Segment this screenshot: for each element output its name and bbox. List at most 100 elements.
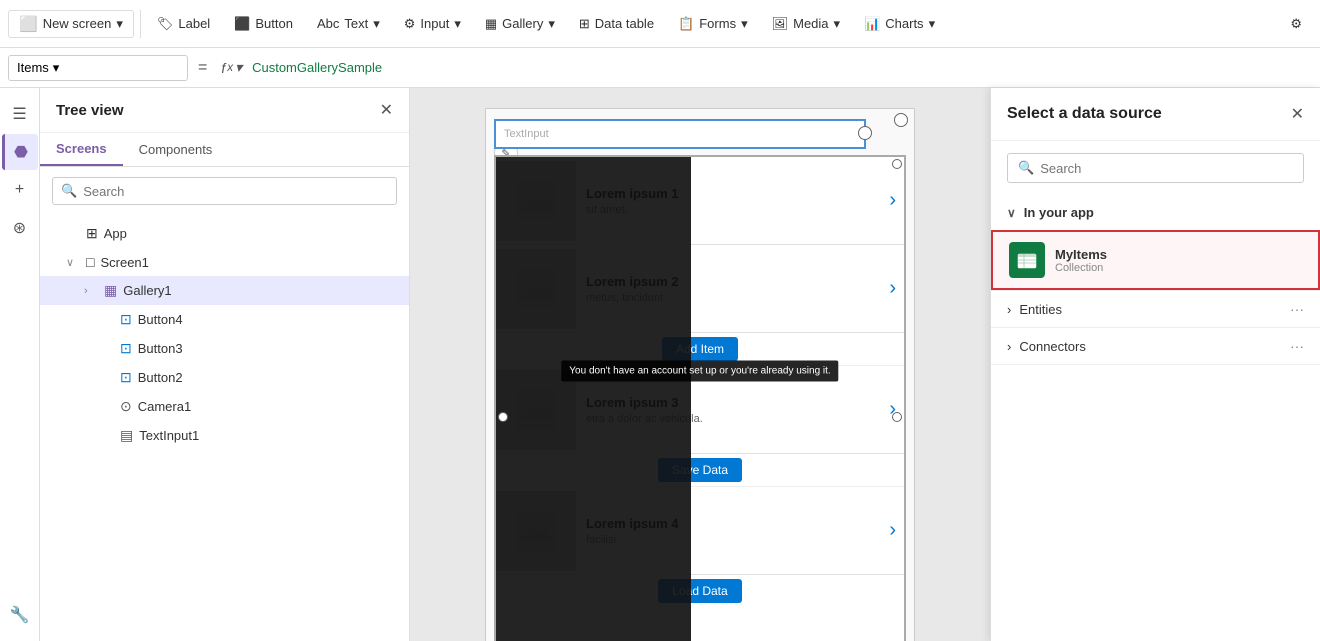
ds-section-entities-header[interactable]: › Entities ··· (991, 291, 1320, 327)
ds-section-connectors-header[interactable]: › Connectors ··· (991, 328, 1320, 364)
button-icon: ⊡ (120, 369, 132, 386)
button-icon: ⊡ (120, 311, 132, 328)
tree-item-app[interactable]: ⊞ App (40, 219, 409, 248)
ds-section-connectors: › Connectors ··· (991, 328, 1320, 365)
charts-chevron-icon: ▾ (929, 16, 936, 32)
tree-item-button2[interactable]: ⊡ Button2 (40, 363, 409, 392)
tree-item-gallery1[interactable]: › ▦ Gallery1 ··· (40, 276, 409, 305)
new-screen-button[interactable]: ⬜ New screen ▾ (8, 10, 134, 38)
forms-icon: 📋 (678, 16, 694, 32)
canvas-warning: You don't have an account set up or you'… (561, 361, 838, 382)
plus-button[interactable]: + (2, 172, 38, 208)
fx-label: fx ▾ (217, 59, 246, 76)
canvas-area: TextInput ✎ You don't have an account se… (410, 88, 990, 641)
new-screen-icon: ⬜ (19, 15, 38, 33)
tree-item-button4[interactable]: ⊡ Button4 (40, 305, 409, 334)
entities-left: › Entities (1007, 302, 1062, 317)
media-button[interactable]: 🖼 Media ▾ (762, 12, 850, 36)
gear-icon: ⚙ (1290, 16, 1302, 32)
tree-item-label: Button3 (138, 341, 397, 356)
sel-handle-ml (498, 412, 508, 422)
tree-close-button[interactable]: ✕ (380, 100, 393, 120)
tab-components[interactable]: Components (123, 133, 229, 166)
tree-item-button3[interactable]: ⊡ Button3 (40, 334, 409, 363)
connectors-label: Connectors (1019, 339, 1085, 354)
gallery-button[interactable]: ▦ Gallery ▾ (475, 12, 565, 36)
gallery-chevron-icon: ▾ (548, 16, 555, 32)
toolbar-right: ⚙ (1280, 12, 1312, 36)
tree-title: Tree view (56, 102, 124, 119)
gallery-black-overlay (496, 157, 691, 641)
canvas-text-input[interactable]: TextInput (494, 119, 866, 149)
tree-item-camera1[interactable]: ⊙ Camera1 (40, 392, 409, 421)
tree-item-label: Camera1 (138, 399, 397, 414)
database-icon: ⊛ (13, 218, 26, 238)
camera-icon: ⊙ (120, 398, 132, 415)
tab-screens[interactable]: Screens (40, 133, 123, 166)
gallery-arrow-4[interactable]: › (889, 519, 896, 542)
tree-header: Tree view ✕ (40, 88, 409, 133)
text-button[interactable]: Abc Text ▾ (307, 12, 390, 36)
input-chevron-icon: ▾ (454, 16, 461, 32)
property-dropdown[interactable]: Items ▾ (8, 55, 188, 81)
ds-search-input[interactable] (1040, 161, 1293, 176)
expand-icon: ∨ (66, 256, 80, 269)
tree-item-textinput1[interactable]: ▤ TextInput1 (40, 421, 409, 450)
toolbar: ⬜ New screen ▾ 🏷 Label ⬛ Button Abc Text… (0, 0, 1320, 48)
tree-tabs: Screens Components (40, 133, 409, 167)
settings-button[interactable]: ⚙ (1280, 12, 1312, 36)
chevron-down-icon: ∨ (1007, 206, 1016, 220)
charts-button[interactable]: 📊 Charts ▾ (854, 12, 945, 36)
data-table-button[interactable]: ⊞ Data table (569, 12, 664, 36)
charts-icon: 📊 (864, 16, 880, 32)
hamburger-menu-button[interactable]: ☰ (2, 96, 38, 132)
myitems-icon (1009, 242, 1045, 278)
gallery-icon: ▦ (485, 16, 497, 32)
layers-icon: ⬣ (14, 142, 28, 162)
database-button[interactable]: ⊛ (2, 210, 38, 246)
ds-close-button[interactable]: ✕ (1291, 104, 1304, 124)
connectors-more-icon[interactable]: ··· (1290, 338, 1304, 354)
tree-search-input[interactable] (83, 184, 388, 199)
tools-button[interactable]: 🔧 (2, 597, 38, 633)
text-input-placeholder: TextInput (504, 128, 549, 140)
tools-icon: 🔧 (10, 605, 30, 625)
ds-search-box[interactable]: 🔍 (1007, 153, 1304, 183)
search-icon: 🔍 (61, 183, 77, 199)
button-icon: ⬛ (234, 16, 250, 32)
entities-label: Entities (1019, 302, 1062, 317)
entities-right: ··· (1290, 301, 1304, 317)
label-icon: 🏷 (157, 16, 174, 32)
ds-header: Select a data source ✕ (991, 88, 1320, 141)
tree-search-box[interactable]: 🔍 (52, 177, 397, 205)
tree-item-label: Screen1 (100, 255, 397, 270)
formula-input[interactable] (252, 60, 1312, 75)
tree-content: ⊞ App ∨ □ Screen1 › ▦ Gallery1 ··· ⊡ But… (40, 215, 409, 641)
app-icon: ⊞ (86, 225, 98, 242)
tree-item-screen1[interactable]: ∨ □ Screen1 (40, 248, 409, 276)
ds-section-in-app: ∨ In your app MyItems Collection (991, 195, 1320, 291)
property-chevron-icon: ▾ (53, 60, 60, 76)
canvas-gallery[interactable]: You don't have an account set up or you'… (494, 155, 906, 641)
tree-item-label: Button2 (138, 370, 397, 385)
button-icon: ⊡ (120, 340, 132, 357)
ds-section-in-app-header[interactable]: ∨ In your app (991, 195, 1320, 230)
canvas-frame: TextInput ✎ You don't have an account se… (485, 108, 915, 641)
text-icon: Abc (317, 16, 339, 31)
data-source-panel: Select a data source ✕ 🔍 ∨ In your app (990, 88, 1320, 641)
gallery-arrow-2[interactable]: › (889, 277, 896, 300)
gallery-arrow-1[interactable]: › (889, 189, 896, 212)
toolbar-separator-1 (140, 10, 141, 38)
formula-chevron-icon: ▾ (235, 59, 242, 76)
connectors-right: ··· (1290, 338, 1304, 354)
myitems-name: MyItems (1055, 247, 1302, 262)
label-button[interactable]: 🏷 Label (147, 12, 220, 36)
forms-button[interactable]: 📋 Forms ▾ (668, 12, 758, 36)
selection-handle-right (858, 126, 872, 140)
button-button[interactable]: ⬛ Button (224, 12, 303, 36)
input-button[interactable]: ⚙ Input ▾ (394, 12, 471, 36)
myitems-sub: Collection (1055, 262, 1302, 274)
entities-more-icon[interactable]: ··· (1290, 301, 1304, 317)
layers-button[interactable]: ⬣ (2, 134, 38, 170)
ds-item-myitems[interactable]: MyItems Collection (991, 230, 1320, 290)
